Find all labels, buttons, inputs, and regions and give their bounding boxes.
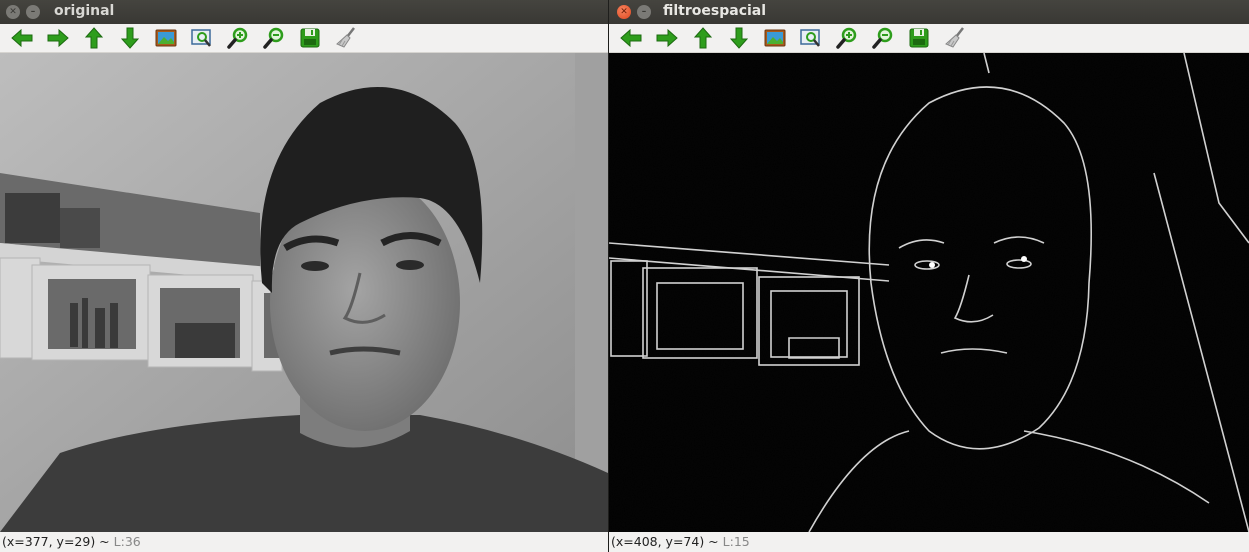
- arrow-left-icon: [11, 28, 33, 48]
- pan-up-button[interactable]: [685, 25, 721, 51]
- window-filtroespacial: ✕ – filtroespacial (x=408, y=74) ~ L:15: [609, 0, 1249, 552]
- toolbar: [0, 24, 608, 53]
- pixel-level: L:36: [113, 534, 141, 549]
- pixel-level: L:15: [722, 534, 750, 549]
- zoom-out-button[interactable]: [256, 25, 292, 51]
- status-bar: (x=408, y=74) ~ L:15: [609, 532, 1249, 552]
- title-bar[interactable]: ✕ – filtroespacial: [609, 0, 1249, 24]
- zoom-out-button[interactable]: [865, 25, 901, 51]
- save-button[interactable]: [292, 25, 328, 51]
- zoom-fit-icon: [191, 29, 211, 47]
- zoom-fit-button[interactable]: [793, 25, 829, 51]
- picture-icon: [155, 29, 177, 47]
- arrow-left-icon: [620, 28, 642, 48]
- arrow-right-icon: [47, 28, 69, 48]
- zoom-in-icon: [227, 27, 248, 49]
- zoom-fit-icon: [800, 29, 820, 47]
- pan-down-button[interactable]: [721, 25, 757, 51]
- zoom-in-button[interactable]: [829, 25, 865, 51]
- image-view[interactable]: [0, 53, 608, 532]
- toolbar: [609, 24, 1249, 53]
- close-icon[interactable]: ✕: [6, 5, 20, 19]
- zoom-in-button[interactable]: [220, 25, 256, 51]
- cursor-coordinates: (x=408, y=74) ~: [611, 534, 723, 549]
- window-original: ✕ – original (x=377, y=29) ~ L:36: [0, 0, 608, 552]
- zoom-fit-button[interactable]: [184, 25, 220, 51]
- title-bar[interactable]: ✕ – original: [0, 0, 608, 24]
- filtered-image: [609, 53, 1249, 532]
- status-bar: (x=377, y=29) ~ L:36: [0, 532, 608, 552]
- properties-button[interactable]: [328, 25, 364, 51]
- cursor-coordinates: (x=377, y=29) ~: [2, 534, 114, 549]
- pan-up-button[interactable]: [76, 25, 112, 51]
- save-icon: [909, 28, 929, 48]
- save-button[interactable]: [901, 25, 937, 51]
- zoom-original-button[interactable]: [148, 25, 184, 51]
- arrow-up-icon: [693, 27, 713, 49]
- pan-right-button[interactable]: [40, 25, 76, 51]
- window-title: original: [54, 3, 115, 19]
- pan-down-button[interactable]: [112, 25, 148, 51]
- pan-left-button[interactable]: [4, 25, 40, 51]
- close-icon[interactable]: ✕: [617, 5, 631, 19]
- minimize-icon[interactable]: –: [637, 5, 651, 19]
- zoom-out-icon: [872, 27, 893, 49]
- save-icon: [300, 28, 320, 48]
- arrow-down-icon: [120, 27, 140, 49]
- zoom-in-icon: [836, 27, 857, 49]
- zoom-original-button[interactable]: [757, 25, 793, 51]
- brush-icon: [336, 27, 355, 48]
- pan-left-button[interactable]: [613, 25, 649, 51]
- pan-right-button[interactable]: [649, 25, 685, 51]
- picture-icon: [764, 29, 786, 47]
- minimize-icon[interactable]: –: [26, 5, 40, 19]
- image-view[interactable]: [609, 53, 1249, 532]
- brush-icon: [945, 27, 964, 48]
- properties-button[interactable]: [937, 25, 973, 51]
- window-title: filtroespacial: [663, 3, 767, 19]
- arrow-down-icon: [729, 27, 749, 49]
- zoom-out-icon: [263, 27, 284, 49]
- arrow-up-icon: [84, 27, 104, 49]
- original-image: [0, 53, 608, 532]
- arrow-right-icon: [656, 28, 678, 48]
